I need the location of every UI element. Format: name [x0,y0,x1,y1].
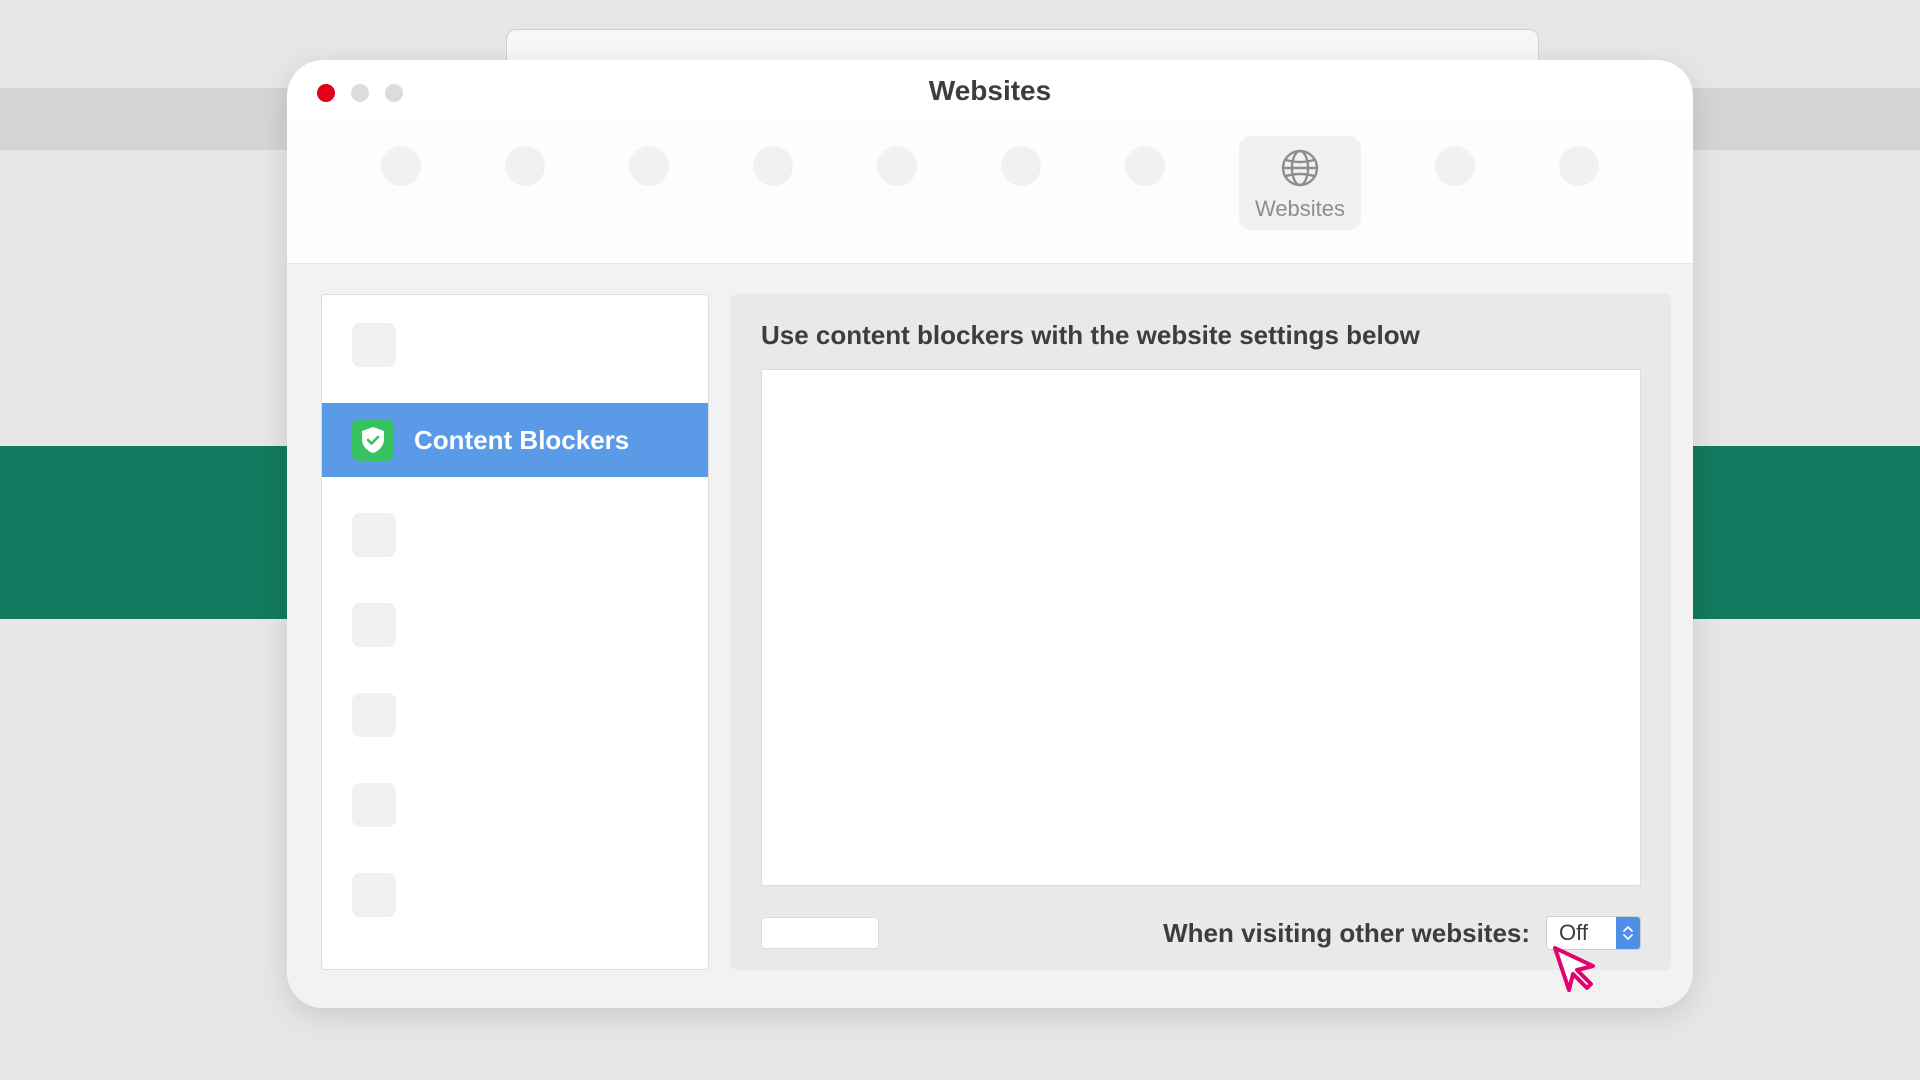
placeholder-icon [629,146,669,186]
placeholder-icon [505,146,545,186]
toolbar-tab-placeholder[interactable] [867,136,927,192]
panel-heading: Use content blockers with the website se… [761,320,1641,351]
toolbar-tab-placeholder[interactable] [1425,136,1485,192]
placeholder-icon [352,693,396,737]
sidebar-item-placeholder[interactable] [322,593,708,657]
stepper-arrows-icon [1616,917,1640,949]
default-setting-group: When visiting other websites: Off [1163,916,1641,950]
toolbar-tab-label: Websites [1255,196,1345,222]
sidebar-item-placeholder[interactable] [322,683,708,747]
toolbar-tab-placeholder[interactable] [619,136,679,192]
toolbar-tab-placeholder[interactable] [743,136,803,192]
placeholder-icon [753,146,793,186]
minimize-window-button[interactable] [351,84,369,102]
content-area: Content Blockers Use content blockers wi… [287,264,1693,1008]
panel-bottom-row: When visiting other websites: Off [761,916,1641,950]
remove-button[interactable] [761,917,879,949]
preferences-window: Websites Websites [287,60,1693,1008]
settings-sidebar: Content Blockers [321,294,709,970]
toolbar-tab-placeholder[interactable] [991,136,1051,192]
toolbar-tab-placeholder[interactable] [495,136,555,192]
main-panel: Use content blockers with the website se… [731,294,1671,970]
toolbar-tab-websites[interactable]: Websites [1239,136,1361,230]
dropdown-value: Off [1547,920,1616,946]
placeholder-icon [381,146,421,186]
sidebar-item-content-blockers[interactable]: Content Blockers [322,403,708,477]
dropdown-label: When visiting other websites: [1163,918,1530,949]
toolbar-tab-placeholder[interactable] [371,136,431,192]
window-titlebar: Websites [287,60,1693,122]
close-window-button[interactable] [317,84,335,102]
toolbar-tab-placeholder[interactable] [1549,136,1609,192]
preferences-toolbar: Websites [287,122,1693,264]
shield-check-icon [352,419,394,461]
placeholder-icon [352,513,396,557]
sidebar-item-placeholder[interactable] [322,503,708,567]
placeholder-icon [1125,146,1165,186]
window-title: Websites [929,75,1051,107]
websites-list[interactable] [761,369,1641,886]
placeholder-icon [352,873,396,917]
default-setting-dropdown[interactable]: Off [1546,916,1641,950]
toolbar-tab-placeholder[interactable] [1115,136,1175,192]
sidebar-item-placeholder[interactable] [322,773,708,837]
placeholder-icon [352,603,396,647]
placeholder-icon [352,783,396,827]
placeholder-icon [352,323,396,367]
globe-icon [1278,146,1322,190]
placeholder-icon [1435,146,1475,186]
sidebar-item-placeholder[interactable] [322,863,708,927]
sidebar-item-placeholder[interactable] [322,313,708,377]
placeholder-icon [1001,146,1041,186]
traffic-lights [317,84,403,102]
maximize-window-button[interactable] [385,84,403,102]
placeholder-icon [1559,146,1599,186]
placeholder-icon [877,146,917,186]
sidebar-item-label: Content Blockers [414,425,629,456]
